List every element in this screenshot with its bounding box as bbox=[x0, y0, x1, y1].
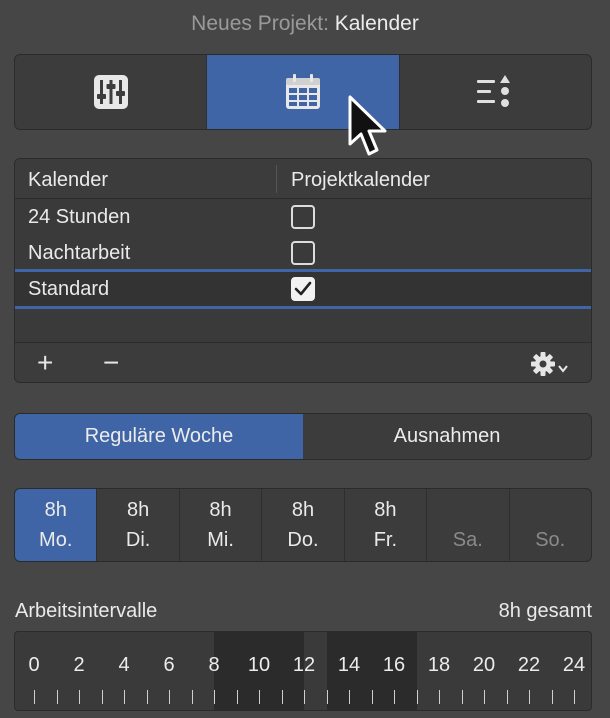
hour-tick bbox=[394, 690, 395, 704]
day-tuesday[interactable]: 8h Di. bbox=[97, 489, 180, 561]
hour-tick bbox=[259, 690, 260, 704]
work-intervals-label: Arbeitsintervalle bbox=[15, 600, 158, 622]
tab-exceptions[interactable]: Ausnahmen bbox=[303, 414, 591, 459]
column-header-calendar[interactable]: Kalender bbox=[28, 169, 108, 192]
column-divider[interactable] bbox=[276, 165, 277, 193]
tab-settings[interactable] bbox=[15, 55, 208, 129]
hour-label: 10 bbox=[247, 654, 271, 676]
view-segmented-control bbox=[14, 54, 592, 130]
hour-tick bbox=[551, 690, 553, 704]
hour-label: 0 bbox=[28, 654, 40, 676]
actions-menu-button[interactable] bbox=[529, 350, 577, 378]
hour-tick bbox=[326, 690, 328, 704]
project-calendar-checkbox[interactable] bbox=[291, 205, 315, 229]
day-label: Do. bbox=[287, 529, 319, 551]
hour-label: 6 bbox=[163, 654, 175, 676]
hour-tick bbox=[416, 690, 418, 704]
weekday-selector: 8h Mo. 8h Di. 8h Mi. 8h Do. 8h Fr. Sa. S… bbox=[14, 488, 592, 562]
table-row[interactable]: 24 Stunden bbox=[15, 199, 591, 235]
hour-tick bbox=[349, 690, 350, 704]
calendar-name: Nachtarbeit bbox=[28, 242, 131, 264]
hour-label: 4 bbox=[118, 654, 130, 676]
day-hours: 8h bbox=[374, 499, 397, 521]
calendar-table: Kalender Projektkalender 24 Stunden Nach… bbox=[14, 158, 592, 383]
day-hours: 8h bbox=[127, 499, 150, 521]
table-row[interactable]: Nachtarbeit bbox=[15, 235, 591, 271]
remove-calendar-button[interactable]: − bbox=[103, 349, 119, 377]
hour-tick bbox=[191, 690, 193, 704]
day-label: Sa. bbox=[452, 529, 483, 551]
day-monday[interactable]: 8h Mo. bbox=[15, 489, 98, 561]
window-title: Neues Projekt: Kalender bbox=[0, 12, 610, 36]
hour-tick bbox=[281, 690, 283, 704]
day-hours: 8h bbox=[44, 499, 67, 521]
hour-label: 12 bbox=[292, 654, 316, 676]
hour-tick bbox=[124, 690, 125, 704]
list-sort-icon bbox=[477, 75, 511, 107]
sliders-icon bbox=[93, 75, 128, 109]
hour-tick bbox=[101, 690, 103, 704]
hour-tick bbox=[146, 690, 148, 704]
hour-tick bbox=[439, 690, 440, 704]
checkmark-icon bbox=[294, 281, 312, 296]
project-calendar-checkbox-checked[interactable] bbox=[291, 277, 315, 301]
day-friday[interactable]: 8h Fr. bbox=[345, 489, 428, 561]
hour-label: 24 bbox=[562, 654, 586, 676]
day-sunday[interactable]: So. bbox=[510, 489, 591, 561]
calendar-icon bbox=[285, 74, 320, 109]
hour-tick bbox=[236, 690, 238, 704]
gear-dropdown-icon bbox=[531, 352, 568, 376]
calendar-name: 24 Stunden bbox=[28, 206, 131, 228]
column-header-project-calendar[interactable]: Projektkalender bbox=[291, 169, 430, 192]
hour-tick bbox=[304, 690, 305, 704]
week-tabs: Reguläre Woche Ausnahmen bbox=[14, 413, 592, 460]
hour-tick bbox=[56, 690, 58, 704]
table-footer: + − bbox=[15, 342, 591, 382]
hour-tick bbox=[34, 690, 35, 704]
hour-tick bbox=[79, 690, 80, 704]
day-label: So. bbox=[535, 529, 566, 551]
project-calendar-checkbox[interactable] bbox=[291, 241, 315, 265]
work-interval-timeline[interactable]: 0 2 4 6 8 10 12 14 16 18 20 22 24 bbox=[14, 631, 592, 711]
hour-label: 8 bbox=[208, 654, 220, 676]
hour-label: 22 bbox=[517, 654, 541, 676]
tab-regular-week[interactable]: Reguläre Woche bbox=[15, 414, 303, 459]
day-label: Fr. bbox=[373, 529, 398, 551]
day-thursday[interactable]: 8h Do. bbox=[262, 489, 345, 561]
table-header: Kalender Projektkalender bbox=[15, 159, 591, 199]
day-saturday[interactable]: Sa. bbox=[427, 489, 510, 561]
hour-label: 18 bbox=[427, 654, 451, 676]
table-row-selected[interactable]: Standard bbox=[15, 269, 591, 309]
day-label: Di. bbox=[125, 529, 151, 551]
calendar-name: Standard bbox=[28, 278, 110, 300]
hour-tick bbox=[214, 690, 215, 704]
day-hours: 8h bbox=[209, 499, 232, 521]
add-calendar-button[interactable]: + bbox=[37, 349, 53, 377]
hour-label: 2 bbox=[73, 654, 85, 676]
day-wednesday[interactable]: 8h Mi. bbox=[180, 489, 263, 561]
hour-label: 20 bbox=[472, 654, 496, 676]
hour-tick bbox=[169, 690, 170, 704]
hour-label: 14 bbox=[337, 654, 361, 676]
hour-tick bbox=[574, 690, 575, 704]
day-label: Mo. bbox=[39, 529, 73, 551]
hour-tick bbox=[506, 690, 508, 704]
hour-tick bbox=[461, 690, 463, 704]
mouse-cursor-icon bbox=[348, 95, 387, 156]
tab-list[interactable] bbox=[400, 55, 591, 129]
day-hours: 8h bbox=[291, 499, 315, 521]
hour-tick bbox=[529, 690, 530, 704]
work-intervals-total: 8h gesamt bbox=[498, 600, 592, 622]
title-value: Kalender bbox=[334, 12, 419, 35]
day-label: Mi. bbox=[207, 529, 234, 551]
hour-label: 16 bbox=[382, 654, 406, 676]
hour-tick bbox=[371, 690, 373, 704]
hour-tick bbox=[484, 690, 485, 704]
title-prefix: Neues Projekt: bbox=[191, 12, 329, 35]
